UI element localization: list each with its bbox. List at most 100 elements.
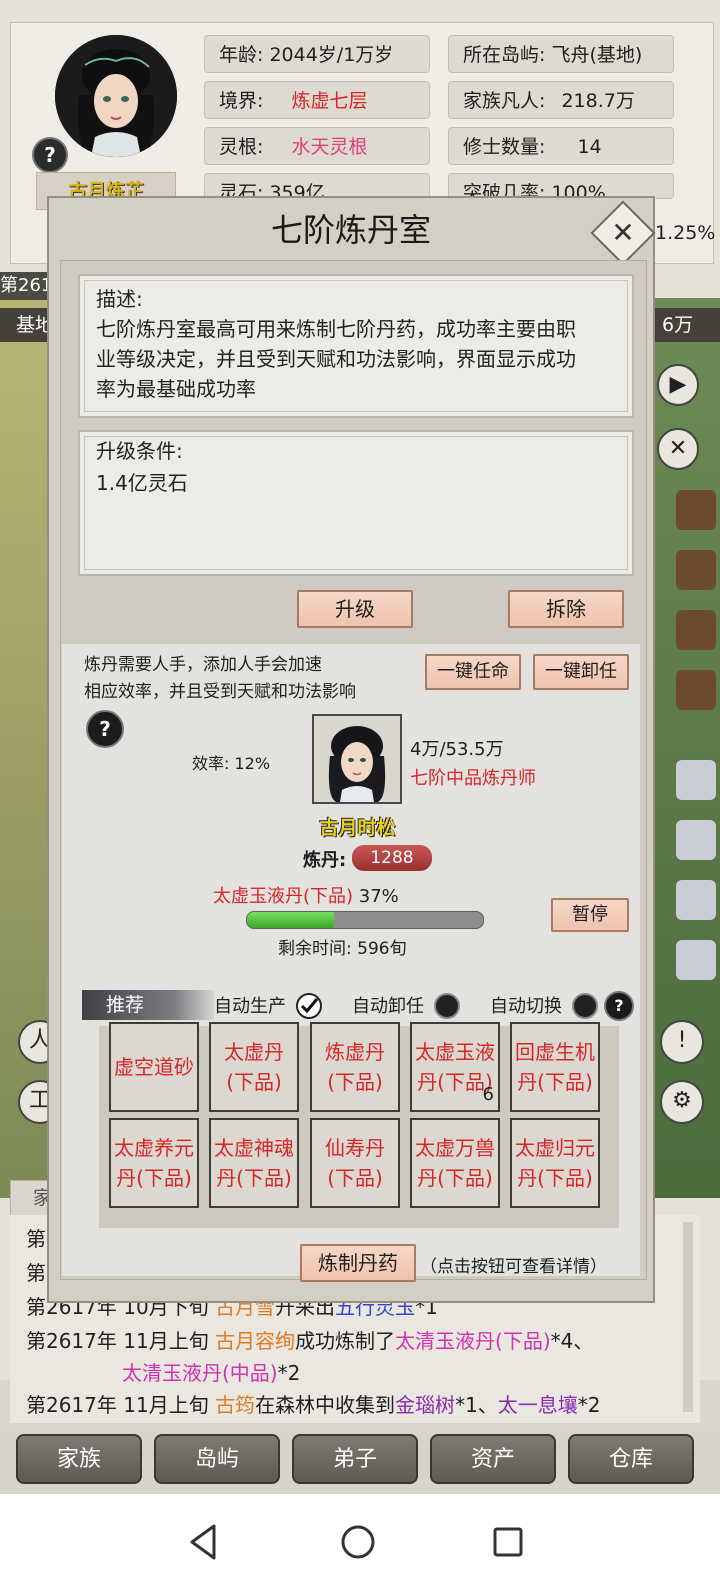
log-date: 第2617年 11月上旬 <box>26 1329 216 1353</box>
log-tail: *4、 <box>550 1329 594 1353</box>
upgrade-button[interactable]: 升级 <box>297 590 413 628</box>
recipe-tile[interactable]: 太虚神魂丹(下品) <box>209 1118 299 1208</box>
worker-portrait[interactable] <box>312 714 402 804</box>
auto-dismiss-toggle[interactable] <box>434 993 460 1019</box>
recipe-grid: 虚空道砂 太虚丹 (下品) 炼虚丹 (下品) 太虚玉液 丹(下品) 6 回虚生机 丹(下品… <box>99 1022 619 1228</box>
island-stat: 所在岛屿: 飞舟(基地) <box>448 35 674 73</box>
close-icon[interactable]: ✕ <box>600 210 646 256</box>
mortals-label: 家族凡人: <box>463 90 546 112</box>
auto-produce-checkbox[interactable] <box>296 993 322 1019</box>
recipe-grade: 丹(下品) <box>517 1166 593 1190</box>
mortals-value: 218.7万 <box>561 90 635 112</box>
play-icon[interactable]: ▶ <box>657 364 699 406</box>
recipe-name: 炼虚丹 <box>325 1040 385 1064</box>
root-label: 灵根: <box>219 136 264 158</box>
description-line: 业等级决定，并且受到天赋和功法影响，界面显示成功 <box>96 347 576 371</box>
recipe-tile[interactable]: 太虚归元 丹(下品) <box>510 1118 600 1208</box>
pause-button[interactable]: 暂停 <box>551 898 629 932</box>
log-item: 太一息壤 <box>497 1393 578 1417</box>
recipe-name: 回虚生机 <box>515 1040 595 1064</box>
craft-button[interactable]: 炼制丹药 <box>300 1244 416 1282</box>
help-icon[interactable]: ? <box>32 137 68 173</box>
description-box: 描述: 七阶炼丹室最高可用来炼制七阶丹药，成功率主要由职 业等级决定，并且受到天… <box>78 274 634 418</box>
description-line: 七阶炼丹室最高可用来炼制七阶丹药，成功率主要由职 <box>96 317 576 341</box>
recipe-grade: (下品) <box>327 1166 383 1190</box>
current-product-line: 太虚玉液丹(下品) 37% <box>213 882 399 908</box>
recipe-grade: 丹(下品) <box>216 1166 292 1190</box>
close-circle-icon[interactable]: ✕ <box>657 428 699 470</box>
worker-rank: 七阶中品炼丹师 <box>410 768 536 789</box>
demolish-button[interactable]: 拆除 <box>508 590 624 628</box>
recipe-tile[interactable]: 仙寿丹 (下品) <box>310 1118 400 1208</box>
home-icon[interactable] <box>340 1524 376 1560</box>
recents-icon[interactable] <box>492 1526 524 1558</box>
auto-switch-label: 自动切换 <box>490 996 562 1017</box>
worker-exp: 4万/53.5万 <box>410 739 504 760</box>
recipe-name: 虚空道砂 <box>114 1055 194 1079</box>
log-scrollbar[interactable] <box>683 1222 693 1412</box>
dialog-title: 七阶炼丹室 <box>270 211 431 249</box>
nav-disciples[interactable]: 弟子 <box>292 1434 418 1484</box>
upgrade-cost: 1.4亿灵石 <box>96 471 188 495</box>
auto-produce-label: 自动生产 <box>214 996 286 1017</box>
recipe-tile[interactable]: 炼虚丹 (下品) <box>310 1022 400 1112</box>
clipped-percent: 1.25% <box>655 222 716 244</box>
bottom-nav: 家族 岛屿 弟子 资产 仓库 <box>0 1430 720 1490</box>
crop-plot-icon <box>676 670 716 710</box>
worker-name: 古月时松 <box>319 817 396 839</box>
current-percent: 37% <box>358 886 399 907</box>
nav-assets[interactable]: 资产 <box>430 1434 556 1484</box>
nav-family[interactable]: 家族 <box>16 1434 142 1484</box>
log-sep: *1、 <box>455 1393 498 1417</box>
right-value-label: 6万 <box>654 308 720 342</box>
efficiency-label: 效率: 12% <box>192 754 271 773</box>
appoint-all-button[interactable]: 一键任命 <box>425 654 521 690</box>
dismiss-all-button[interactable]: 一键卸任 <box>533 654 629 690</box>
ore-plot-icon <box>676 940 716 980</box>
recipe-tile[interactable]: 回虚生机 丹(下品) <box>510 1022 600 1112</box>
recipe-name: 太虚丹 <box>224 1040 284 1064</box>
crop-plot-icon <box>676 610 716 650</box>
remaining-time: 剩余时间: 596旬 <box>278 939 407 959</box>
auto-switch-toggle[interactable] <box>572 993 598 1019</box>
recipe-name: 太虚玉液 <box>415 1040 495 1064</box>
recipe-grade: (下品) <box>327 1070 383 1094</box>
crop-plot-icon <box>676 550 716 590</box>
recipe-tile[interactable]: 太虚养元 丹(下品) <box>109 1118 199 1208</box>
worker-note: 炼丹需要人手，添加人手会加速 相应效率，并且受到天赋和功法影响 <box>84 652 356 706</box>
recipe-tile[interactable]: 太虚丹 (下品) <box>209 1022 299 1112</box>
production-progress-bar <box>246 911 484 929</box>
age-stat: 年龄: 2044岁/1万岁 <box>204 35 430 73</box>
recipe-grade: 丹(下品) <box>116 1166 192 1190</box>
help-icon[interactable]: ? <box>86 710 124 748</box>
cultivators-label: 修士数量: <box>463 136 546 158</box>
description-label: 描述: <box>96 287 143 311</box>
note-line: 相应效率，并且受到天赋和功法影响 <box>84 682 356 702</box>
character-avatar[interactable] <box>55 35 177 157</box>
log-line-clipped: 第 <box>26 1261 46 1285</box>
recipe-grade: (下品) <box>226 1070 282 1094</box>
log-line-clipped: 第 <box>26 1227 46 1251</box>
nav-island[interactable]: 岛屿 <box>154 1434 280 1484</box>
alert-icon[interactable]: ! <box>660 1020 704 1064</box>
spirit-root-stat: 灵根: 水天灵根 <box>204 127 430 165</box>
recipe-name: 太虚神魂 <box>214 1136 294 1160</box>
log-tail: *2 <box>577 1393 601 1417</box>
ore-plot-icon <box>676 760 716 800</box>
recommend-tag[interactable]: 推荐 <box>82 990 214 1020</box>
current-product: 太虚玉液丹(下品) <box>213 886 354 907</box>
recipe-tile[interactable]: 太虚万兽 丹(下品) <box>410 1118 500 1208</box>
realm-label: 境界: <box>219 90 264 112</box>
recipe-count: 6 <box>482 1084 494 1105</box>
auto-dismiss-label: 自动卸任 <box>352 996 424 1017</box>
back-icon[interactable] <box>186 1522 220 1562</box>
nav-warehouse[interactable]: 仓库 <box>568 1434 694 1484</box>
recipe-name: 仙寿丹 <box>325 1136 385 1160</box>
gear-icon[interactable]: ⚙ <box>660 1080 704 1124</box>
recipe-tile[interactable]: 太虚玉液 丹(下品) 6 <box>410 1022 500 1112</box>
help-icon[interactable]: ? <box>604 991 634 1021</box>
note-line: 炼丹需要人手，添加人手会加速 <box>84 655 322 675</box>
recipe-tile[interactable]: 虚空道砂 <box>109 1022 199 1112</box>
upgrade-box: 升级条件: 1.4亿灵石 <box>78 430 634 576</box>
log-line: 第2617年 11月上旬 古筠在森林中收集到金瑙树*1、太一息壤*2 <box>26 1389 601 1418</box>
